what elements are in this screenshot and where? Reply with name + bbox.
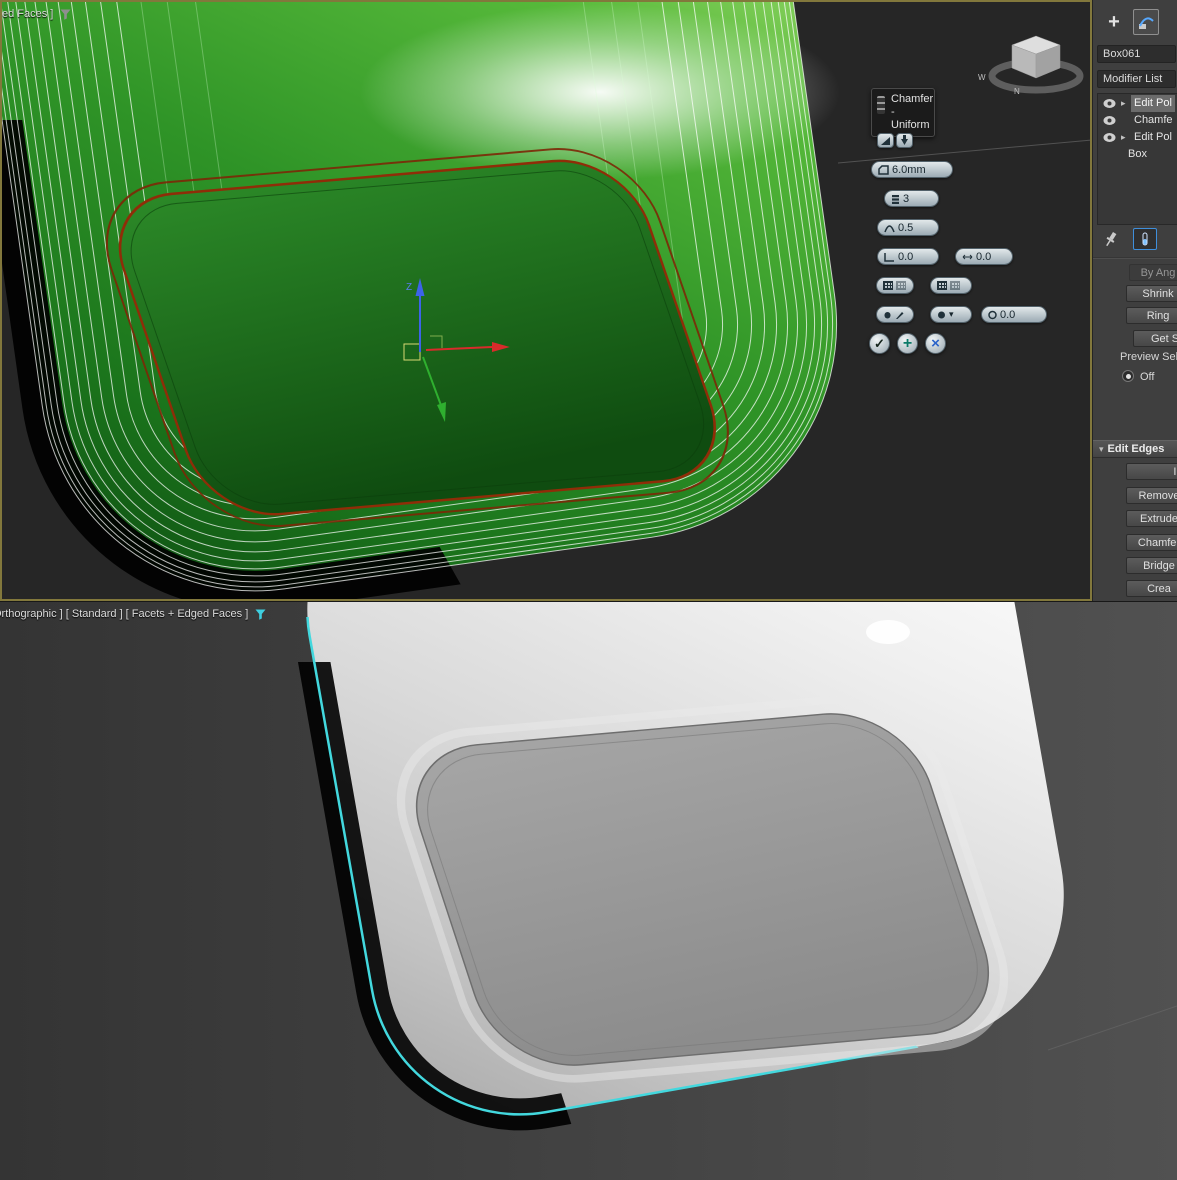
edit-edges-rollout-header[interactable]: ▾ Edit Edges: [1093, 440, 1177, 458]
chamfer-depth-field[interactable]: 0.0: [877, 248, 939, 265]
filter-icon[interactable]: [255, 609, 266, 620]
stack-item-label: Edit Pol: [1134, 131, 1172, 143]
caddy-open-toggle[interactable]: [876, 277, 914, 294]
grid-icon: [896, 281, 906, 290]
stack-item-label: Chamfe: [1134, 114, 1173, 126]
preview-off-label[interactable]: Off: [1140, 371, 1154, 383]
selected-face[interactable]: [84, 142, 751, 532]
check-icon: ✓: [874, 335, 885, 351]
amount-icon: [878, 164, 889, 175]
plus-icon: +: [902, 334, 913, 352]
grid-icon: [883, 281, 893, 290]
modifier-stack: ▸ Edit Pol Chamfe ▸ Edit Pol Box: [1097, 93, 1177, 225]
caddy-smooth-mode-button[interactable]: ▾: [930, 306, 972, 323]
compass-west-label: W: [978, 73, 986, 82]
specular-highlight: [360, 4, 840, 180]
object-name-field[interactable]: Box061: [1097, 45, 1176, 63]
chamfer-tension-field[interactable]: 0.5: [877, 219, 939, 236]
preview-selection-label: Preview Sel: [1120, 351, 1177, 363]
show-end-result-button[interactable]: [1133, 228, 1157, 250]
screenshot-root: Z W N ed Faces ] Chamfer -Uniform 6.0mm …: [0, 0, 1177, 1180]
caddy-title-line2: -Uniform: [891, 106, 930, 131]
caddy-cancel-button[interactable]: ×: [925, 333, 946, 354]
cross-icon: ×: [931, 335, 940, 352]
segments-value: 3: [903, 192, 910, 205]
viewport-orthographic[interactable]: Orthographic ] [ Standard ] [ Facets + E…: [0, 601, 1177, 1180]
width-icon: [962, 252, 973, 262]
remove-button[interactable]: Remove: [1126, 487, 1177, 504]
command-panel: + Box061 Modifier List ▸ Edit Pol Chamfe: [1092, 0, 1177, 601]
viewport-perspective[interactable]: Z W N ed Faces ] Chamfer -Uniform 6.0mm …: [0, 0, 1092, 601]
cylinder-icon: [883, 310, 892, 320]
caddy-title-tooltip: Chamfer -Uniform: [871, 88, 935, 137]
viewport-label[interactable]: Orthographic ] [ Standard ] [ Facets + E…: [0, 608, 266, 620]
z-axis-label: Z: [406, 282, 412, 293]
bridge-button[interactable]: Bridge: [1126, 557, 1177, 574]
segments-icon: [891, 194, 900, 204]
modify-icon: [1139, 17, 1154, 29]
caddy-cursor-icon: [877, 96, 885, 114]
modifier-list-dropdown[interactable]: Modifier List: [1097, 70, 1176, 88]
dropdown-arrow-icon: ▾: [949, 309, 954, 319]
filter-icon[interactable]: [60, 9, 71, 20]
chamfer-amount-field[interactable]: 6.0mm: [871, 161, 953, 178]
get-stack-selection-button[interactable]: Get S: [1133, 330, 1177, 347]
viewport-label[interactable]: ed Faces ]: [2, 8, 71, 20]
stack-row[interactable]: ▸ Edit Pol: [1098, 95, 1177, 112]
stack-item-label: Box: [1128, 148, 1147, 160]
depth-icon: [884, 252, 895, 262]
stack-row[interactable]: Chamfe: [1098, 112, 1177, 129]
modify-tab[interactable]: [1133, 9, 1159, 35]
sphere-icon: [937, 310, 946, 320]
rollout-arrow-icon: ▾: [1099, 444, 1104, 454]
caddy-title-line1: Chamfer: [891, 93, 934, 105]
expand-arrow-icon[interactable]: ▸: [1121, 129, 1126, 146]
grid-icon: [937, 281, 947, 290]
smooth-value: 0.0: [1000, 308, 1016, 321]
chamfer-button[interactable]: Chamfer: [1126, 534, 1177, 551]
pencil-icon: [895, 310, 904, 320]
caddy-invert-toggle[interactable]: [930, 277, 972, 294]
by-angle-checkbox: By Ang: [1129, 264, 1177, 281]
chamfer-width-field[interactable]: 0.0: [955, 248, 1013, 265]
insert-vertex-button[interactable]: Ins: [1126, 463, 1177, 480]
caddy-apply-button[interactable]: +: [897, 333, 918, 354]
caddy-smooth-toggle[interactable]: [876, 306, 914, 323]
smoothing-threshold-field[interactable]: 0.0: [981, 306, 1047, 323]
ring-button[interactable]: Ring: [1126, 307, 1177, 324]
stack-row[interactable]: Box: [1098, 146, 1177, 163]
grid-icon: [950, 281, 960, 290]
tension-icon: [884, 223, 895, 233]
smooth-icon: [988, 310, 997, 320]
panel-divider: [1093, 257, 1177, 259]
top-face[interactable]: [377, 692, 1029, 1086]
create-shape-button[interactable]: Crea: [1126, 580, 1177, 597]
width-value: 0.0: [976, 250, 992, 263]
amount-value: 6.0mm: [892, 163, 926, 176]
chamfer-segments-field[interactable]: 3: [884, 190, 939, 207]
caddy-ok-button[interactable]: ✓: [869, 333, 890, 354]
pin-stack-icon[interactable]: [1103, 230, 1119, 254]
chamfer-type-icon: [881, 136, 890, 145]
stack-item-label: Edit Pol: [1131, 95, 1175, 112]
depth-value: 0.0: [898, 250, 914, 263]
shrink-button[interactable]: Shrink: [1126, 285, 1177, 302]
stack-row[interactable]: ▸ Edit Pol: [1098, 129, 1177, 146]
specular-highlight: [866, 620, 910, 644]
viewport-3d-canvas[interactable]: [0, 602, 1177, 1180]
extrude-button[interactable]: Extrude: [1126, 510, 1177, 527]
compass-north-label: N: [1014, 87, 1020, 96]
show-end-result-icon: [1142, 232, 1148, 245]
rollout-title: Edit Edges: [1107, 443, 1165, 455]
create-tab[interactable]: +: [1103, 10, 1125, 34]
caddy-direction-button[interactable]: [896, 133, 913, 148]
grid-horizon-line: [1047, 1005, 1177, 1051]
down-arrow-icon: [901, 135, 908, 145]
caddy-chamfer-type-button[interactable]: [877, 133, 894, 148]
preview-off-radio[interactable]: [1122, 370, 1134, 382]
expand-arrow-icon[interactable]: ▸: [1121, 95, 1126, 112]
tension-value: 0.5: [898, 221, 914, 234]
viewport-label-text[interactable]: ed Faces ]: [2, 8, 53, 20]
viewport-label-text[interactable]: Orthographic ] [ Standard ] [ Facets + E…: [0, 608, 248, 620]
